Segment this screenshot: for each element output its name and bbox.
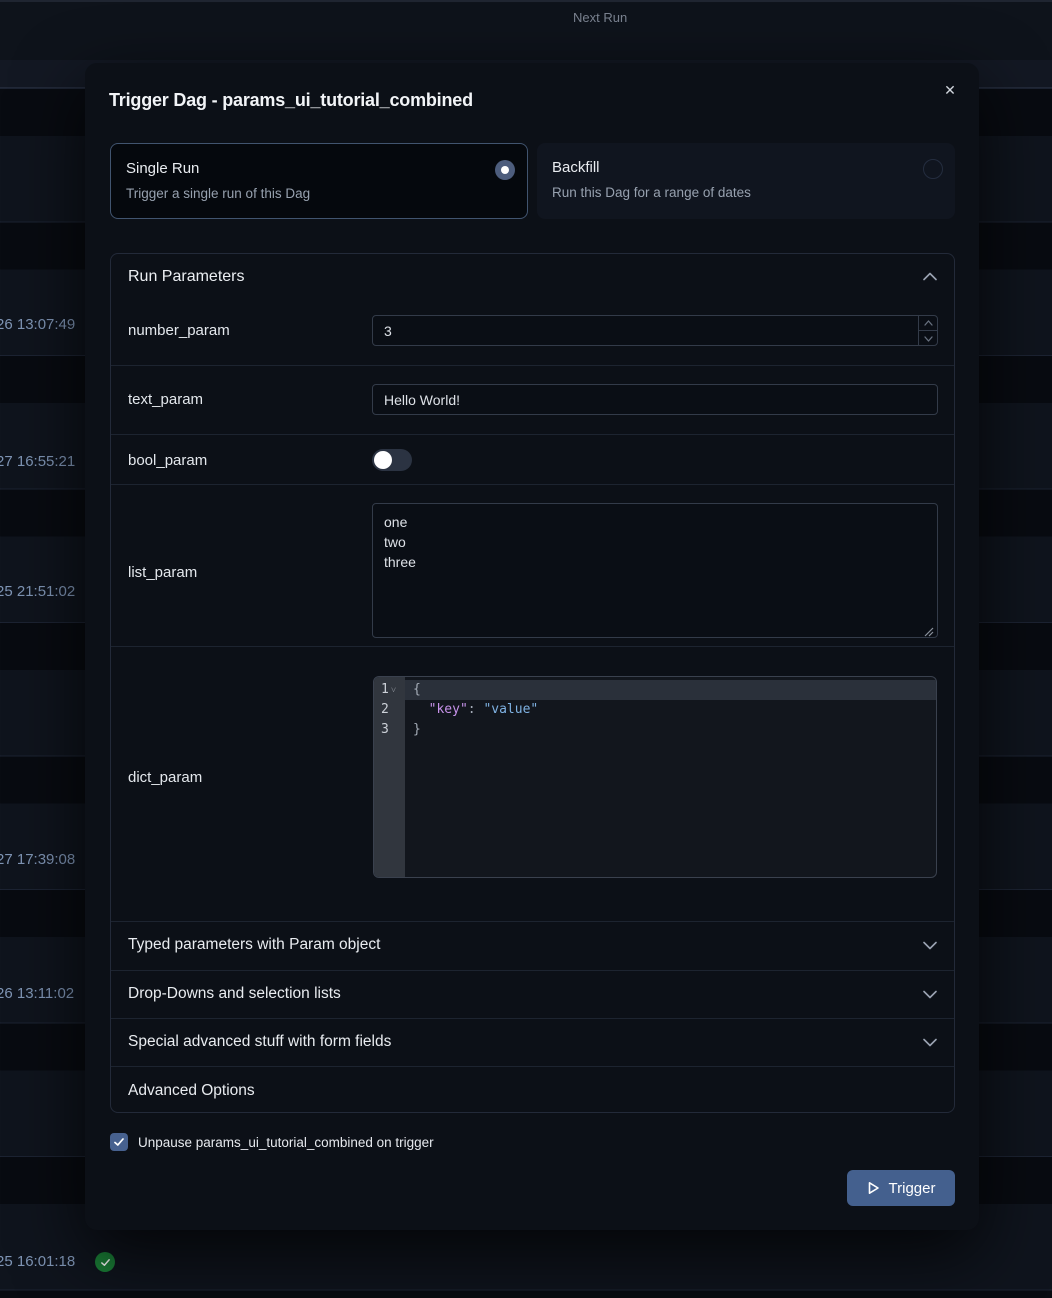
- success-check-icon[interactable]: [95, 1252, 115, 1272]
- dags-table-header: [0, 0, 1052, 62]
- code-line-1: {: [405, 680, 936, 700]
- bool-param-toggle[interactable]: [372, 449, 412, 471]
- run-timestamp-link[interactable]: 27 17:39:08: [0, 851, 75, 868]
- line-number: 1 ˅: [374, 680, 405, 700]
- backfill-title: Backfill: [552, 159, 600, 176]
- run-timestamp-link[interactable]: 25 16:01:18: [0, 1253, 75, 1270]
- editor-gutter: 1 ˅ 2 3: [374, 677, 405, 877]
- single-run-description: Trigger a single run of this Dag: [126, 186, 310, 201]
- chevron-up-icon[interactable]: [923, 272, 937, 281]
- special-advanced-section-header[interactable]: Special advanced stuff with form fields: [128, 1033, 391, 1051]
- code-line-2: "key": "value": [405, 700, 936, 720]
- number-param-input[interactable]: [372, 315, 938, 346]
- text-param-label: text_param: [128, 391, 203, 408]
- parameters-panel: Run Parameters number_param text_param: [110, 253, 955, 1113]
- trigger-button-label: Trigger: [889, 1180, 936, 1197]
- editor-code-area[interactable]: { "key": "value" }: [405, 680, 936, 740]
- field-divider: [111, 434, 954, 435]
- field-divider: [111, 484, 954, 485]
- trigger-button[interactable]: Trigger: [847, 1170, 955, 1206]
- line-number: 3: [374, 720, 405, 740]
- run-timestamp-link[interactable]: 26 13:07:49: [0, 316, 75, 333]
- run-parameters-section-header[interactable]: Run Parameters: [128, 268, 245, 286]
- single-run-option-card[interactable]: Single Run Trigger a single run of this …: [110, 143, 528, 219]
- bool-param-label: bool_param: [128, 452, 207, 469]
- number-param-label: number_param: [128, 322, 230, 339]
- trigger-dag-modal: ✕ Trigger Dag - params_ui_tutorial_combi…: [85, 63, 979, 1230]
- next-run-column-header: Next Run: [573, 10, 627, 25]
- run-timestamp-link[interactable]: 26 13:11:02: [0, 985, 74, 1002]
- dict-param-code-editor[interactable]: 1 ˅ 2 3 { "key": "value" }: [373, 676, 937, 878]
- dict-param-label: dict_param: [128, 769, 202, 786]
- fold-chevron-icon[interactable]: ˅: [391, 681, 396, 701]
- advanced-options-section-header[interactable]: Advanced Options: [128, 1082, 255, 1100]
- line-number: 2: [374, 700, 405, 720]
- code-line-3: }: [405, 720, 936, 740]
- field-divider: [111, 646, 954, 647]
- backfill-description: Run this Dag for a range of dates: [552, 185, 751, 200]
- run-timestamp-link[interactable]: 25 21:51:02: [0, 583, 75, 600]
- number-stepper: [918, 315, 938, 346]
- chevron-down-icon[interactable]: [923, 1038, 937, 1047]
- unpause-checkbox-label: Unpause params_ui_tutorial_combined on t…: [138, 1135, 434, 1150]
- chevron-down-icon[interactable]: [923, 941, 937, 950]
- list-param-textarea[interactable]: one two three: [372, 503, 938, 638]
- play-icon: [867, 1181, 880, 1195]
- number-param-field-wrap: [372, 315, 938, 346]
- close-icon[interactable]: ✕: [939, 79, 961, 101]
- unpause-checkbox[interactable]: [110, 1133, 128, 1151]
- backfill-radio[interactable]: [923, 159, 943, 179]
- field-divider: [111, 365, 954, 366]
- dropdowns-section-header[interactable]: Drop-Downs and selection lists: [128, 985, 341, 1003]
- list-param-label: list_param: [128, 564, 197, 581]
- single-run-title: Single Run: [126, 160, 199, 177]
- app-window: Next Run 26 13:07:49 27 16:55:21 25 21:5…: [0, 0, 1052, 1298]
- chevron-down-icon[interactable]: [923, 990, 937, 999]
- run-timestamp-link[interactable]: 27 16:55:21: [0, 453, 75, 470]
- backfill-option-card[interactable]: Backfill Run this Dag for a range of dat…: [537, 143, 955, 219]
- single-run-radio[interactable]: [495, 160, 515, 180]
- modal-title: Trigger Dag - params_ui_tutorial_combine…: [109, 90, 473, 111]
- stepper-down-button[interactable]: [919, 331, 938, 346]
- typed-parameters-section-header[interactable]: Typed parameters with Param object: [128, 936, 380, 954]
- text-param-input[interactable]: [372, 384, 938, 415]
- stepper-up-button[interactable]: [919, 315, 938, 331]
